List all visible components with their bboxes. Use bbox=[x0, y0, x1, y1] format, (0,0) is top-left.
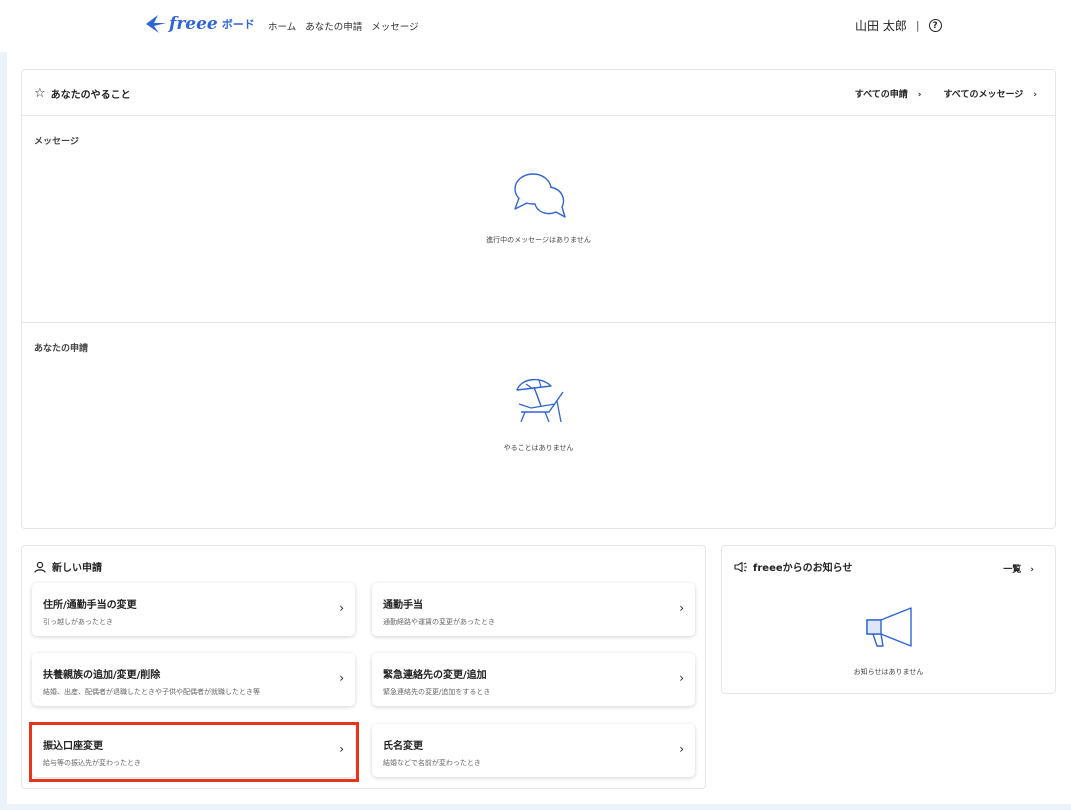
tile-desc: 緊急連絡先の変更/追加をするとき bbox=[383, 688, 491, 696]
help-icon[interactable]: ? bbox=[928, 19, 942, 32]
all-applications-link-text: すべての申請 bbox=[854, 90, 908, 100]
highlight-box bbox=[29, 722, 359, 782]
all-applications-link[interactable]: すべての申請 › bbox=[855, 87, 922, 100]
tile-title: 氏名変更 bbox=[383, 741, 423, 752]
chat-bubbles-icon bbox=[514, 173, 566, 218]
new-application-title: 新しい申請 bbox=[34, 559, 102, 574]
chevron-right-icon: › bbox=[339, 601, 344, 615]
chevron-right-icon: › bbox=[917, 90, 922, 100]
logo-subtitle: ボード bbox=[221, 18, 255, 31]
tile-desc: 結婚、出産、配偶者が退職したときや子供や配偶者が就職したとき等 bbox=[43, 688, 260, 696]
news-list-link[interactable]: 一覧 › bbox=[1003, 562, 1034, 575]
tile-name-change[interactable]: 氏名変更 結婚などで名前が変わったとき › bbox=[372, 724, 695, 777]
new-application-title-text: 新しい申請 bbox=[52, 563, 102, 574]
beach-chair-icon bbox=[516, 379, 564, 423]
all-messages-link-text: すべてのメッセージ bbox=[943, 90, 1024, 100]
chevron-right-icon: › bbox=[1033, 90, 1037, 100]
applications-empty-text: やることはありません bbox=[503, 444, 574, 452]
tile-desc: 引っ越しがあったとき bbox=[43, 618, 113, 626]
user-name[interactable]: 山田 太郎 bbox=[855, 17, 907, 34]
tile-title: 緊急連絡先の変更/追加 bbox=[383, 670, 487, 681]
nav-messages[interactable]: メッセージ bbox=[371, 19, 418, 33]
logo-wordmark: freee bbox=[169, 14, 218, 34]
user-menu: 山田 太郎 | ? bbox=[855, 17, 942, 34]
messages-label: メッセージ bbox=[34, 137, 79, 147]
chevron-right-icon: › bbox=[679, 671, 684, 685]
tile-title: 通勤手当 bbox=[383, 600, 423, 611]
separator: | bbox=[915, 19, 920, 32]
messages-empty-text: 進行中のメッセージはありません bbox=[486, 236, 591, 244]
tile-emergency-contact[interactable]: 緊急連絡先の変更/追加 緊急連絡先の変更/追加をするとき › bbox=[372, 653, 695, 706]
tile-desc: 結婚などで名前が変わったとき bbox=[383, 759, 481, 767]
tile-address-commute[interactable]: 住所/通勤手当の変更 引っ越しがあったとき › bbox=[32, 583, 355, 636]
bird-logo-icon bbox=[146, 15, 166, 33]
chevron-right-icon: › bbox=[679, 742, 684, 756]
all-messages-link[interactable]: すべてのメッセージ › bbox=[943, 87, 1037, 100]
star-icon: ☆ bbox=[34, 86, 46, 101]
todo-links: すべての申請 › すべてのメッセージ › bbox=[855, 87, 1037, 100]
news-list-link-text: 一覧 bbox=[1003, 565, 1022, 575]
chevron-right-icon: › bbox=[679, 601, 684, 615]
messages-section: メッセージ 進行中のメッセージはありません bbox=[22, 117, 1055, 323]
chevron-right-icon: › bbox=[1030, 565, 1034, 575]
tile-title: 住所/通勤手当の変更 bbox=[43, 600, 137, 611]
applications-section: あなたの申請 やることはありません bbox=[22, 324, 1055, 529]
megaphone-large-icon bbox=[866, 607, 912, 647]
megaphone-icon bbox=[734, 561, 747, 572]
tile-commute-allowance[interactable]: 通勤手当 通勤経路や運賃の変更があったとき › bbox=[372, 583, 695, 636]
freee-board-logo[interactable]: freee ボード bbox=[145, 14, 255, 34]
tile-title: 扶養親族の追加/変更/削除 bbox=[43, 670, 161, 681]
news-title: freeeからのお知らせ bbox=[734, 559, 852, 574]
person-icon bbox=[34, 561, 46, 573]
news-card: freeeからのお知らせ 一覧 › お知らせはありません bbox=[721, 545, 1056, 694]
nav-my-applications[interactable]: あなたの申請 bbox=[305, 19, 362, 33]
news-title-text: freeeからのお知らせ bbox=[753, 563, 853, 574]
main-nav: ホーム あなたの申請 メッセージ bbox=[268, 19, 419, 33]
todo-title: ☆ あなたのやること bbox=[34, 86, 131, 101]
applications-label: あなたの申請 bbox=[34, 344, 89, 354]
tile-desc: 通勤経路や運賃の変更があったとき bbox=[383, 618, 495, 626]
chevron-right-icon: › bbox=[339, 671, 344, 685]
top-header: freee ボード ホーム あなたの申請 メッセージ 山田 太郎 | ? bbox=[0, 0, 1071, 52]
tile-dependents[interactable]: 扶養親族の追加/変更/削除 結婚、出産、配偶者が退職したときや子供や配偶者が就職… bbox=[32, 653, 355, 706]
news-empty-text: お知らせはありません bbox=[853, 668, 924, 676]
todo-card: ☆ あなたのやること すべての申請 › すべてのメッセージ › メッセージ 進行中の… bbox=[21, 69, 1056, 529]
todo-header: ☆ あなたのやること すべての申請 › すべてのメッセージ › bbox=[22, 70, 1055, 116]
todo-title-text: あなたのやること bbox=[50, 90, 131, 101]
nav-home[interactable]: ホーム bbox=[268, 19, 296, 33]
